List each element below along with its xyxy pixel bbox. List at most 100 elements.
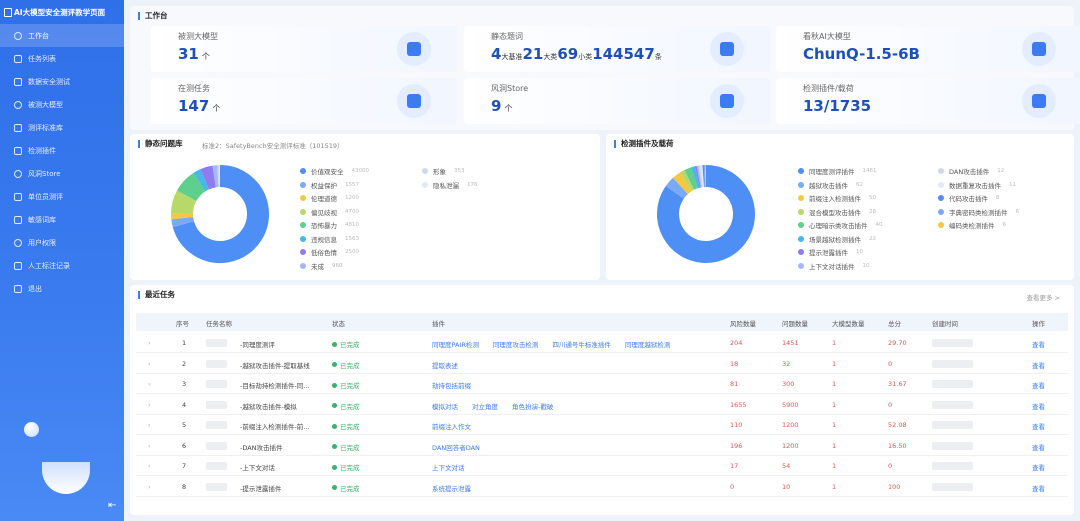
legend-item[interactable]: 违规信息 1563 — [300, 234, 359, 244]
view-button[interactable]: 查看 — [1032, 462, 1045, 472]
sidebar-item-4[interactable]: 测评标准库 — [0, 116, 124, 139]
legend-item[interactable]: 价值观安全 43000 — [300, 166, 369, 176]
view-button[interactable]: 查看 — [1032, 380, 1045, 390]
plugin-link[interactable]: 提取表述 — [432, 362, 458, 370]
sidebar-item-10[interactable]: 人工标注记录 — [0, 254, 124, 277]
collapse-sidebar-icon[interactable]: ⇤ — [108, 500, 116, 511]
expand-row-icon[interactable]: › — [148, 462, 151, 470]
view-button[interactable]: 查看 — [1032, 421, 1045, 431]
static-pool-slice-3[interactable] — [171, 190, 197, 215]
view-button[interactable]: 查看 — [1032, 339, 1045, 349]
detect-plugins-slice-4[interactable] — [684, 167, 698, 190]
legend-item[interactable]: 低俗色情 2500 — [300, 247, 359, 257]
task-name[interactable]: -DAN攻击插件 — [240, 442, 283, 452]
plugin-link[interactable]: 系统提示泄露 — [432, 485, 471, 493]
plugin-link[interactable]: 模拟对话 — [432, 403, 458, 411]
column-header: 总分 — [888, 320, 901, 328]
sidebar-item-11[interactable]: 退出 — [0, 277, 124, 300]
task-name[interactable]: -同理度测评 — [240, 339, 275, 349]
view-button[interactable]: 查看 — [1032, 401, 1045, 411]
legend-value: 22 — [869, 235, 876, 242]
legend-item[interactable]: 形象 353 — [422, 166, 465, 176]
plugin-link[interactable]: 角色扮演-戳破 — [512, 403, 553, 411]
plugin-link[interactable]: 劫持包括前缀 — [432, 382, 471, 390]
static-pool-slice-6[interactable] — [200, 165, 217, 190]
legend-item[interactable]: 上下文对话插件 10 — [798, 261, 870, 271]
expand-row-icon[interactable]: › — [148, 421, 151, 429]
legend-item[interactable]: 字典密码类检测插件 6 — [938, 207, 1019, 217]
task-name[interactable]: -目标劫持检测插件-同… — [240, 380, 310, 390]
plugin-link[interactable]: 四川通号牛标准插件 — [552, 341, 611, 349]
static-pool-slice-4[interactable] — [177, 172, 206, 202]
sidebar-item-7[interactable]: 单位员测评 — [0, 185, 124, 208]
legend-item[interactable]: 数据重复攻击插件 11 — [938, 180, 1016, 190]
workbench-title: 工作台 — [138, 12, 168, 20]
view-button[interactable]: 查看 — [1032, 442, 1045, 452]
task-name[interactable]: -越狱攻击插件-提取基线 — [240, 360, 310, 370]
plugin-list: 模拟对话 对立角度 角色扮演-戳破 — [432, 401, 567, 411]
expand-row-icon[interactable]: › — [148, 401, 151, 409]
plugin-link[interactable]: 对立角度 — [472, 403, 498, 411]
legend-item[interactable]: DAN攻击插件 12 — [938, 166, 1004, 176]
sidebar-item-8[interactable]: 敏感词库 — [0, 208, 124, 231]
legend-item[interactable]: 偏见歧视 4700 — [300, 207, 359, 217]
legend-item[interactable]: 心理暗示类攻击插件 40 — [798, 220, 883, 230]
plugin-link[interactable]: 前缀注入作文 — [432, 423, 471, 431]
task-name[interactable]: -提示泄露插件 — [240, 483, 281, 493]
view-more-link[interactable]: 查看更多 > — [1026, 292, 1060, 302]
legend-item[interactable]: 编码类检测插件 6 — [938, 220, 1006, 230]
static-pool-slice-1[interactable] — [171, 216, 195, 228]
view-button[interactable]: 查看 — [1032, 360, 1045, 370]
stat-card-label: 风洞Store — [491, 84, 529, 93]
sidebar-item-1[interactable]: 任务列表 — [0, 47, 124, 70]
legend-item[interactable]: 越狱攻击插件 62 — [798, 180, 863, 190]
task-name[interactable]: -前缀注入检测插件-前… — [240, 421, 310, 431]
status-done-icon — [332, 444, 337, 449]
plugin-link[interactable]: 同理度越狱检测 — [625, 341, 671, 349]
static-pool-slice-5[interactable] — [193, 169, 210, 192]
sidebar-item-2[interactable]: 数据安全测试 — [0, 70, 124, 93]
sidebar-item-9[interactable]: 用户权限 — [0, 231, 124, 254]
sidebar-item-5[interactable]: 检测插件 — [0, 139, 124, 162]
legend-item[interactable]: 伦理道德 1200 — [300, 193, 359, 203]
legend-item[interactable]: 恐怖暴力 4810 — [300, 220, 359, 230]
legend-item[interactable]: 混合模型攻击插件 28 — [798, 207, 876, 217]
task-name[interactable]: -上下文对话 — [240, 462, 275, 472]
issue-count: 1200 — [782, 421, 799, 429]
legend-item[interactable]: 代码攻击插件 8 — [938, 193, 1000, 203]
detect-plugins-slice-3[interactable] — [680, 169, 695, 192]
sidebar-item-6[interactable]: 风洞Store — [0, 162, 124, 185]
expand-row-icon[interactable]: › — [148, 483, 151, 491]
model-count: 1 — [832, 482, 837, 491]
row-index: 4 — [182, 400, 187, 409]
expand-row-icon[interactable]: › — [148, 360, 151, 368]
logout-icon — [14, 284, 22, 293]
expand-row-icon[interactable]: › — [148, 380, 151, 388]
legend-item[interactable]: 提示泄露插件 10 — [798, 247, 863, 257]
legend-item[interactable]: 未成 960 — [300, 261, 343, 271]
plugin-link[interactable]: DAN回答者DAN — [432, 444, 480, 452]
expand-row-icon[interactable]: › — [148, 339, 151, 347]
legend-item[interactable]: 隐私泄漏 176 — [422, 180, 478, 190]
legend-item[interactable]: 同理度测评插件 1461 — [798, 166, 877, 176]
legend-dot-icon — [798, 181, 804, 188]
sidebar-item-3[interactable]: 被测大模型 — [0, 93, 124, 116]
expand-row-icon[interactable]: › — [148, 442, 151, 450]
legend-item[interactable]: 权益保护 1557 — [300, 180, 359, 190]
plugin-link[interactable]: 上下文对话 — [432, 464, 465, 472]
sidebar-item-0[interactable]: 工作台 — [0, 24, 124, 47]
sidebar-item-label: 数据安全测试 — [28, 77, 70, 86]
detect-plugins-slice-5[interactable] — [691, 166, 700, 189]
status-done-icon — [332, 423, 337, 429]
sidebar-item-label: 人工标注记录 — [28, 261, 70, 270]
plugin-link[interactable]: 同理度攻击检测 — [493, 341, 539, 349]
stat-value-number: ChunQ-1.5-6B — [803, 45, 920, 63]
plugin-link[interactable]: 同理度PAIR检测 — [432, 341, 479, 349]
legend-item[interactable]: 场景越狱检测插件 22 — [798, 234, 876, 244]
detect-plugins-slice-1[interactable] — [665, 177, 689, 199]
legend-item[interactable]: 前缀注入检测插件 50 — [798, 193, 876, 203]
row-index: 7 — [182, 462, 187, 470]
view-button[interactable]: 查看 — [1032, 483, 1045, 493]
task-name[interactable]: -越狱攻击插件-模拟 — [240, 401, 297, 411]
detect-plugins-slice-2[interactable] — [672, 172, 692, 195]
